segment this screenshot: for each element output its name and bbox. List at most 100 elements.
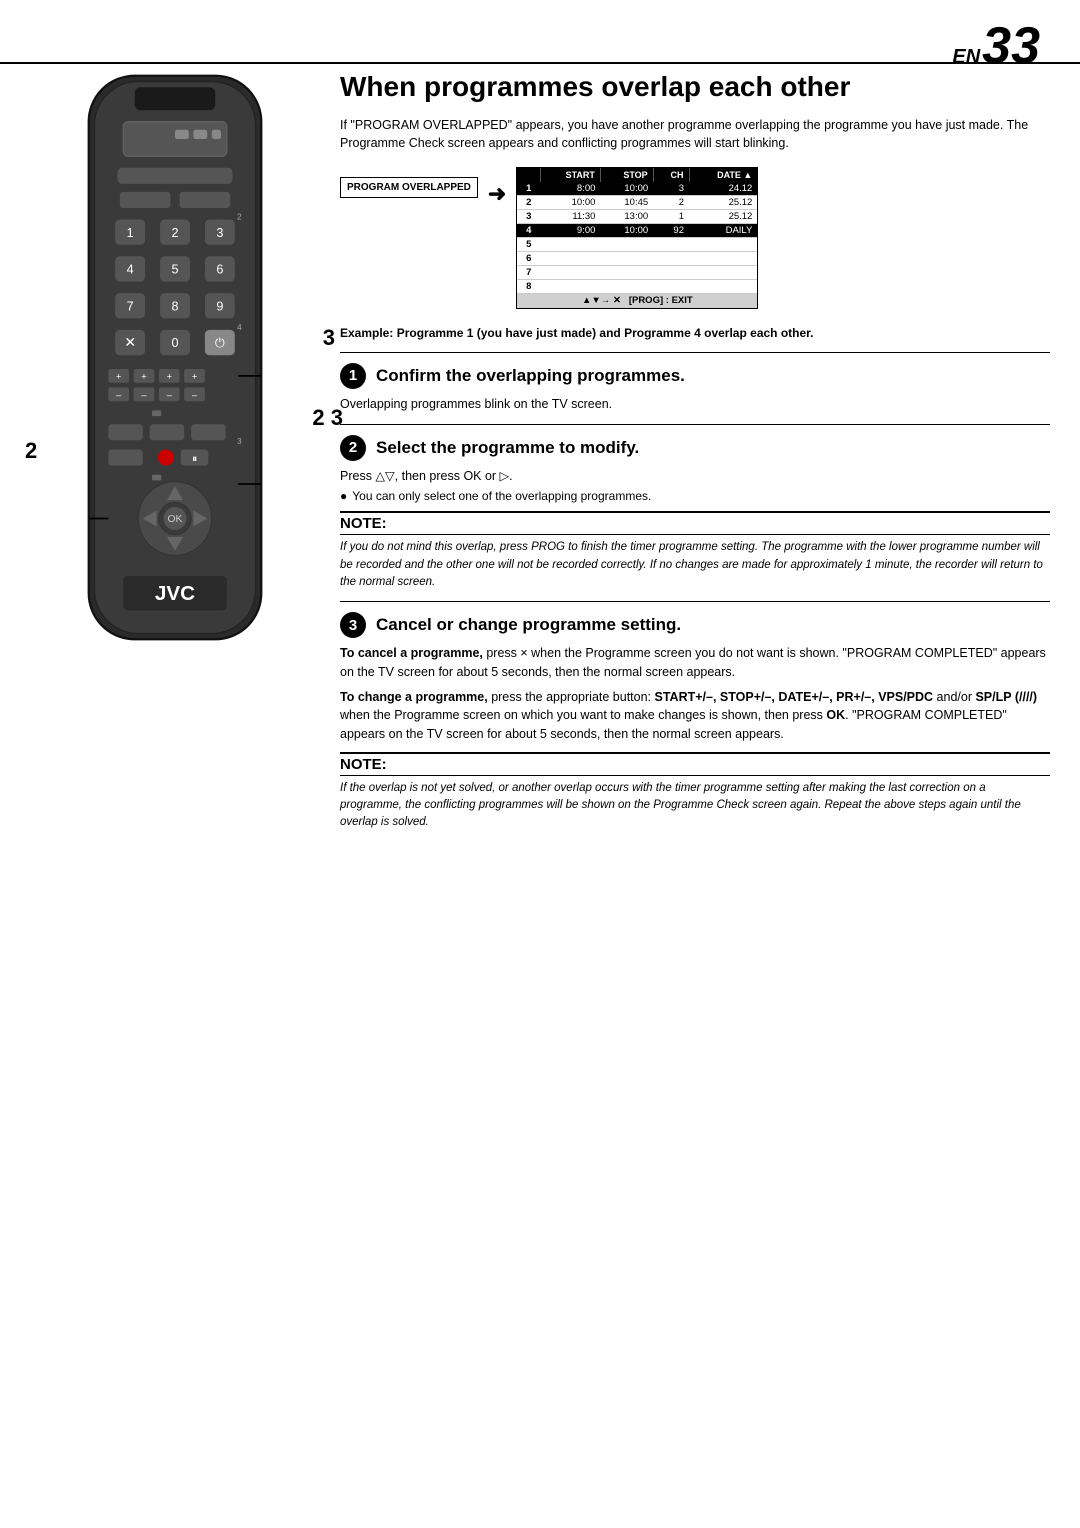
table-cell: [689, 252, 757, 266]
step-3-title: Cancel or change programme setting.: [376, 615, 681, 635]
table-cell: [653, 238, 689, 252]
program-table-container: START STOP CH DATE ▲ 18:0010:00324.12210…: [516, 167, 758, 309]
note-1-box: NOTE: If you do not mind this overlap, p…: [340, 511, 1050, 591]
right-column: When programmes overlap each other If "P…: [340, 70, 1050, 840]
svg-text:+: +: [141, 371, 146, 381]
table-cell: [540, 266, 600, 280]
svg-text:9: 9: [216, 299, 223, 313]
note-2-box: NOTE: If the overlap is not yet solved, …: [340, 752, 1050, 832]
bullet-dot: ●: [340, 489, 347, 503]
table-cell: 24.12: [689, 182, 757, 196]
note-2-text: If the overlap is not yet solved, or ano…: [340, 780, 1050, 832]
table-cell: 92: [653, 224, 689, 238]
svg-text:8: 8: [171, 299, 178, 313]
table-cell: 10:00: [600, 182, 653, 196]
step-2-marker: 2: [25, 438, 37, 464]
table-cell: 8: [517, 280, 540, 294]
svg-text:–: –: [141, 390, 147, 400]
page-number-area: EN 33: [952, 20, 1040, 72]
svg-text:5: 5: [171, 263, 178, 277]
svg-text:+: +: [116, 371, 121, 381]
table-cell: 10:45: [600, 196, 653, 210]
svg-text:⏻: ⏻: [215, 336, 225, 350]
intro-paragraph: If "PROGRAM OVERLAPPED" appears, you hav…: [340, 116, 1050, 154]
divider-1: [340, 352, 1050, 353]
svg-text:JVC: JVC: [155, 582, 195, 605]
table-cell: 11:30: [540, 210, 600, 224]
note-1-text: If you do not mind this overlap, press P…: [340, 539, 1050, 591]
program-table: START STOP CH DATE ▲ 18:0010:00324.12210…: [517, 168, 757, 308]
svg-text:–: –: [192, 390, 198, 400]
example-text: Example: Programme 1 (you have just made…: [340, 325, 1050, 342]
table-cell: [600, 266, 653, 280]
svg-text:⏸: ⏸: [192, 454, 197, 465]
col-start: START: [540, 168, 600, 182]
table-cell: [600, 252, 653, 266]
svg-text:+: +: [167, 371, 172, 381]
table-cell: 25.12: [689, 196, 757, 210]
remote-control-image: 1 2 3 2 4 5 6 7 8 9 ✕ 0: [60, 70, 290, 668]
note-1-heading: NOTE:: [340, 511, 1050, 535]
table-cell: [653, 266, 689, 280]
step-3-heading: 3 Cancel or change programme setting.: [340, 612, 1050, 638]
svg-text:3: 3: [216, 226, 223, 240]
note-2-heading: NOTE:: [340, 752, 1050, 776]
program-overlapped-label: PROGRAM OVERLAPPED: [340, 177, 478, 198]
step-3-body2: To change a programme, press the appropr…: [340, 688, 1050, 744]
svg-text:6: 6: [216, 263, 223, 277]
svg-text:–: –: [167, 390, 173, 400]
arrow-icon: ➜: [488, 181, 506, 207]
svg-text:3: 3: [237, 437, 242, 446]
svg-text:+: +: [192, 371, 197, 381]
step-2-title: Select the programme to modify.: [376, 438, 639, 458]
table-cell: 10:00: [540, 196, 600, 210]
step-2-heading: 2 Select the programme to modify.: [340, 435, 1050, 461]
table-cell: [653, 252, 689, 266]
table-cell: 1: [517, 182, 540, 196]
table-cell: [600, 238, 653, 252]
svg-text:4: 4: [237, 323, 242, 332]
table-cell: 7: [517, 266, 540, 280]
step-3-body1: To cancel a programme, press × when the …: [340, 644, 1050, 682]
table-footer: ▲▼→ ✕ [PROG] : EXIT: [517, 294, 757, 308]
svg-text:1: 1: [127, 226, 134, 240]
table-cell: 3: [517, 210, 540, 224]
svg-text:OK: OK: [168, 514, 183, 525]
step-2-circle: 2: [340, 435, 366, 461]
svg-text:✕: ✕: [124, 335, 136, 350]
col-ch: CH: [653, 168, 689, 182]
table-cell: 10:00: [600, 224, 653, 238]
svg-text:–: –: [116, 390, 122, 400]
step-3-marker: 3: [323, 325, 335, 351]
svg-text:0: 0: [171, 336, 178, 350]
left-column: 1 2 3 2 4 5 6 7 8 9 ✕ 0: [30, 70, 320, 668]
table-cell: [540, 238, 600, 252]
table-cell: 3: [653, 182, 689, 196]
step-1-title: Confirm the overlapping programmes.: [376, 366, 685, 386]
table-cell: 13:00: [600, 210, 653, 224]
table-cell: [689, 238, 757, 252]
step-1-heading: 1 Confirm the overlapping programmes.: [340, 363, 1050, 389]
program-display-area: PROGRAM OVERLAPPED ➜ START STOP CH DATE …: [340, 167, 1050, 309]
col-stop: STOP: [600, 168, 653, 182]
remote-container: 1 2 3 2 4 5 6 7 8 9 ✕ 0: [45, 70, 305, 668]
svg-text:7: 7: [127, 299, 134, 313]
step-2-bullet-text: You can only select one of the overlappi…: [352, 489, 651, 503]
page-number: 33: [982, 20, 1040, 72]
step-2-body: Press △▽, then press OK or ▷.: [340, 467, 1050, 486]
step-23-marker: 2 3: [312, 405, 343, 431]
table-cell: 25.12: [689, 210, 757, 224]
col-date: DATE ▲: [689, 168, 757, 182]
col-num: [517, 168, 540, 182]
table-cell: [540, 252, 600, 266]
table-cell: 2: [517, 196, 540, 210]
table-cell: [653, 280, 689, 294]
step-1-circle: 1: [340, 363, 366, 389]
table-cell: 6: [517, 252, 540, 266]
table-cell: DAILY: [689, 224, 757, 238]
table-cell: 9:00: [540, 224, 600, 238]
step-3-circle: 3: [340, 612, 366, 638]
table-cell: 1: [653, 210, 689, 224]
svg-text:2: 2: [237, 213, 242, 222]
table-cell: [689, 266, 757, 280]
